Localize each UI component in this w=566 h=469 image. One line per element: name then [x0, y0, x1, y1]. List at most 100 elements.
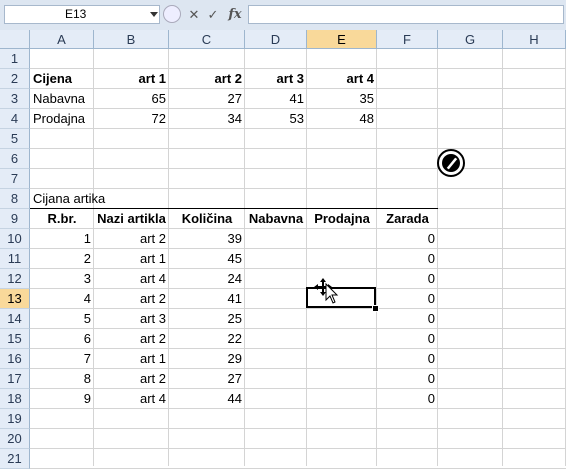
price-cell[interactable]: 48 — [307, 109, 377, 129]
sales-cell[interactable]: 5 — [30, 309, 94, 329]
sales-cell[interactable]: 6 — [30, 329, 94, 349]
price-cell[interactable]: 65 — [94, 89, 169, 109]
column-header-g[interactable]: G — [438, 30, 503, 49]
sales-cell[interactable]: art 2 — [94, 369, 169, 389]
sales-cell[interactable] — [245, 389, 307, 409]
row-header-7[interactable]: 7 — [0, 169, 30, 189]
price-cell[interactable]: Prodajna — [30, 109, 94, 129]
sales-cell[interactable] — [245, 309, 307, 329]
sales-cell[interactable]: 0 — [377, 309, 438, 329]
row-header-13[interactable]: 13 — [0, 289, 30, 309]
sales-cell[interactable]: 7 — [30, 349, 94, 369]
sales-cell[interactable]: 24 — [169, 269, 245, 289]
price-cell[interactable]: Nabavna — [30, 89, 94, 109]
column-header-e[interactable]: E — [307, 30, 377, 49]
sales-cell[interactable]: art 4 — [94, 269, 169, 289]
fill-handle[interactable] — [372, 305, 379, 312]
sales-cell[interactable]: 41 — [169, 289, 245, 309]
select-all-corner[interactable] — [0, 30, 30, 49]
sales-cell[interactable]: 0 — [377, 349, 438, 369]
row-header-16[interactable]: 16 — [0, 349, 30, 369]
name-box[interactable]: E13 — [4, 5, 160, 24]
sales-cell[interactable] — [307, 349, 377, 369]
sales-cell[interactable]: 8 — [30, 369, 94, 389]
sales-cell[interactable]: art 2 — [94, 229, 169, 249]
price-cell[interactable]: 35 — [307, 89, 377, 109]
row-header-3[interactable]: 3 — [0, 89, 30, 109]
sales-cell[interactable] — [245, 329, 307, 349]
sales-cell[interactable]: 2 — [30, 249, 94, 269]
column-header-f[interactable]: F — [377, 30, 438, 49]
insert-function-button[interactable]: fx — [226, 6, 244, 24]
price-cell[interactable]: 34 — [169, 109, 245, 129]
row-header-2[interactable]: 2 — [0, 69, 30, 89]
sales-cell[interactable]: art 1 — [94, 249, 169, 269]
sales-table-title[interactable]: Cijana artika — [30, 189, 108, 209]
row-header-4[interactable]: 4 — [0, 109, 30, 129]
row-header-10[interactable]: 10 — [0, 229, 30, 249]
sales-cell[interactable]: art 2 — [94, 329, 169, 349]
sales-cell[interactable]: 4 — [30, 289, 94, 309]
sales-cell[interactable]: art 1 — [94, 349, 169, 369]
enter-icon[interactable]: ✓ — [204, 6, 222, 24]
sales-cell[interactable]: 27 — [169, 369, 245, 389]
sales-cell[interactable] — [307, 249, 377, 269]
sales-cell[interactable]: art 2 — [94, 289, 169, 309]
sales-cell[interactable]: 39 — [169, 229, 245, 249]
sales-cell[interactable]: 0 — [377, 389, 438, 409]
column-header-d[interactable]: D — [245, 30, 307, 49]
sales-cell[interactable]: 0 — [377, 249, 438, 269]
row-header-1[interactable]: 1 — [0, 49, 30, 69]
sales-header-cell[interactable]: R.br. — [30, 209, 94, 229]
sales-cell[interactable] — [245, 349, 307, 369]
price-header-cell[interactable]: art 2 — [169, 69, 245, 89]
row-header-19[interactable]: 19 — [0, 409, 30, 429]
sales-cell[interactable]: 0 — [377, 329, 438, 349]
cancel-icon[interactable]: ✕ — [185, 6, 203, 24]
price-header-cell[interactable]: art 1 — [94, 69, 169, 89]
row-header-20[interactable]: 20 — [0, 429, 30, 449]
sales-cell[interactable]: 44 — [169, 389, 245, 409]
price-cell[interactable]: 41 — [245, 89, 307, 109]
column-header-a[interactable]: A — [30, 30, 94, 49]
column-header-b[interactable]: B — [94, 30, 169, 49]
row-header-18[interactable]: 18 — [0, 389, 30, 409]
row-header-12[interactable]: 12 — [0, 269, 30, 289]
sales-cell[interactable] — [245, 289, 307, 309]
sales-cell[interactable]: 9 — [30, 389, 94, 409]
sales-cell[interactable] — [307, 369, 377, 389]
row-header-6[interactable]: 6 — [0, 149, 30, 169]
sales-cell[interactable]: art 3 — [94, 309, 169, 329]
price-header-cell[interactable]: art 4 — [307, 69, 377, 89]
sales-cell[interactable] — [245, 249, 307, 269]
price-cell[interactable]: 72 — [94, 109, 169, 129]
sales-cell[interactable]: 3 — [30, 269, 94, 289]
sales-cell[interactable]: 0 — [377, 229, 438, 249]
sales-cell[interactable] — [307, 329, 377, 349]
column-header-h[interactable]: H — [503, 30, 566, 49]
price-header-cell[interactable]: Cijena — [30, 69, 94, 89]
sales-cell[interactable]: 45 — [169, 249, 245, 269]
sales-cell[interactable] — [307, 389, 377, 409]
sales-cell[interactable] — [245, 229, 307, 249]
formula-bar-expand-icon[interactable] — [163, 5, 181, 23]
row-header-17[interactable]: 17 — [0, 369, 30, 389]
row-header-5[interactable]: 5 — [0, 129, 30, 149]
sales-cell[interactable]: 29 — [169, 349, 245, 369]
sales-header-cell[interactable]: Nabavna — [245, 209, 307, 229]
sales-cell[interactable]: 0 — [377, 289, 438, 309]
sales-header-cell[interactable]: Količina — [169, 209, 245, 229]
row-header-9[interactable]: 9 — [0, 209, 30, 229]
row-header-11[interactable]: 11 — [0, 249, 30, 269]
row-header-14[interactable]: 14 — [0, 309, 30, 329]
sales-cell[interactable]: 25 — [169, 309, 245, 329]
row-header-15[interactable]: 15 — [0, 329, 30, 349]
name-box-dropdown-icon[interactable] — [150, 12, 158, 17]
sales-cell[interactable]: 0 — [377, 269, 438, 289]
row-header-8[interactable]: 8 — [0, 189, 30, 209]
sales-cell[interactable] — [245, 369, 307, 389]
sales-header-cell[interactable]: Prodajna — [307, 209, 377, 229]
sales-cell[interactable] — [245, 269, 307, 289]
price-cell[interactable]: 27 — [169, 89, 245, 109]
sales-cell[interactable]: 0 — [377, 369, 438, 389]
